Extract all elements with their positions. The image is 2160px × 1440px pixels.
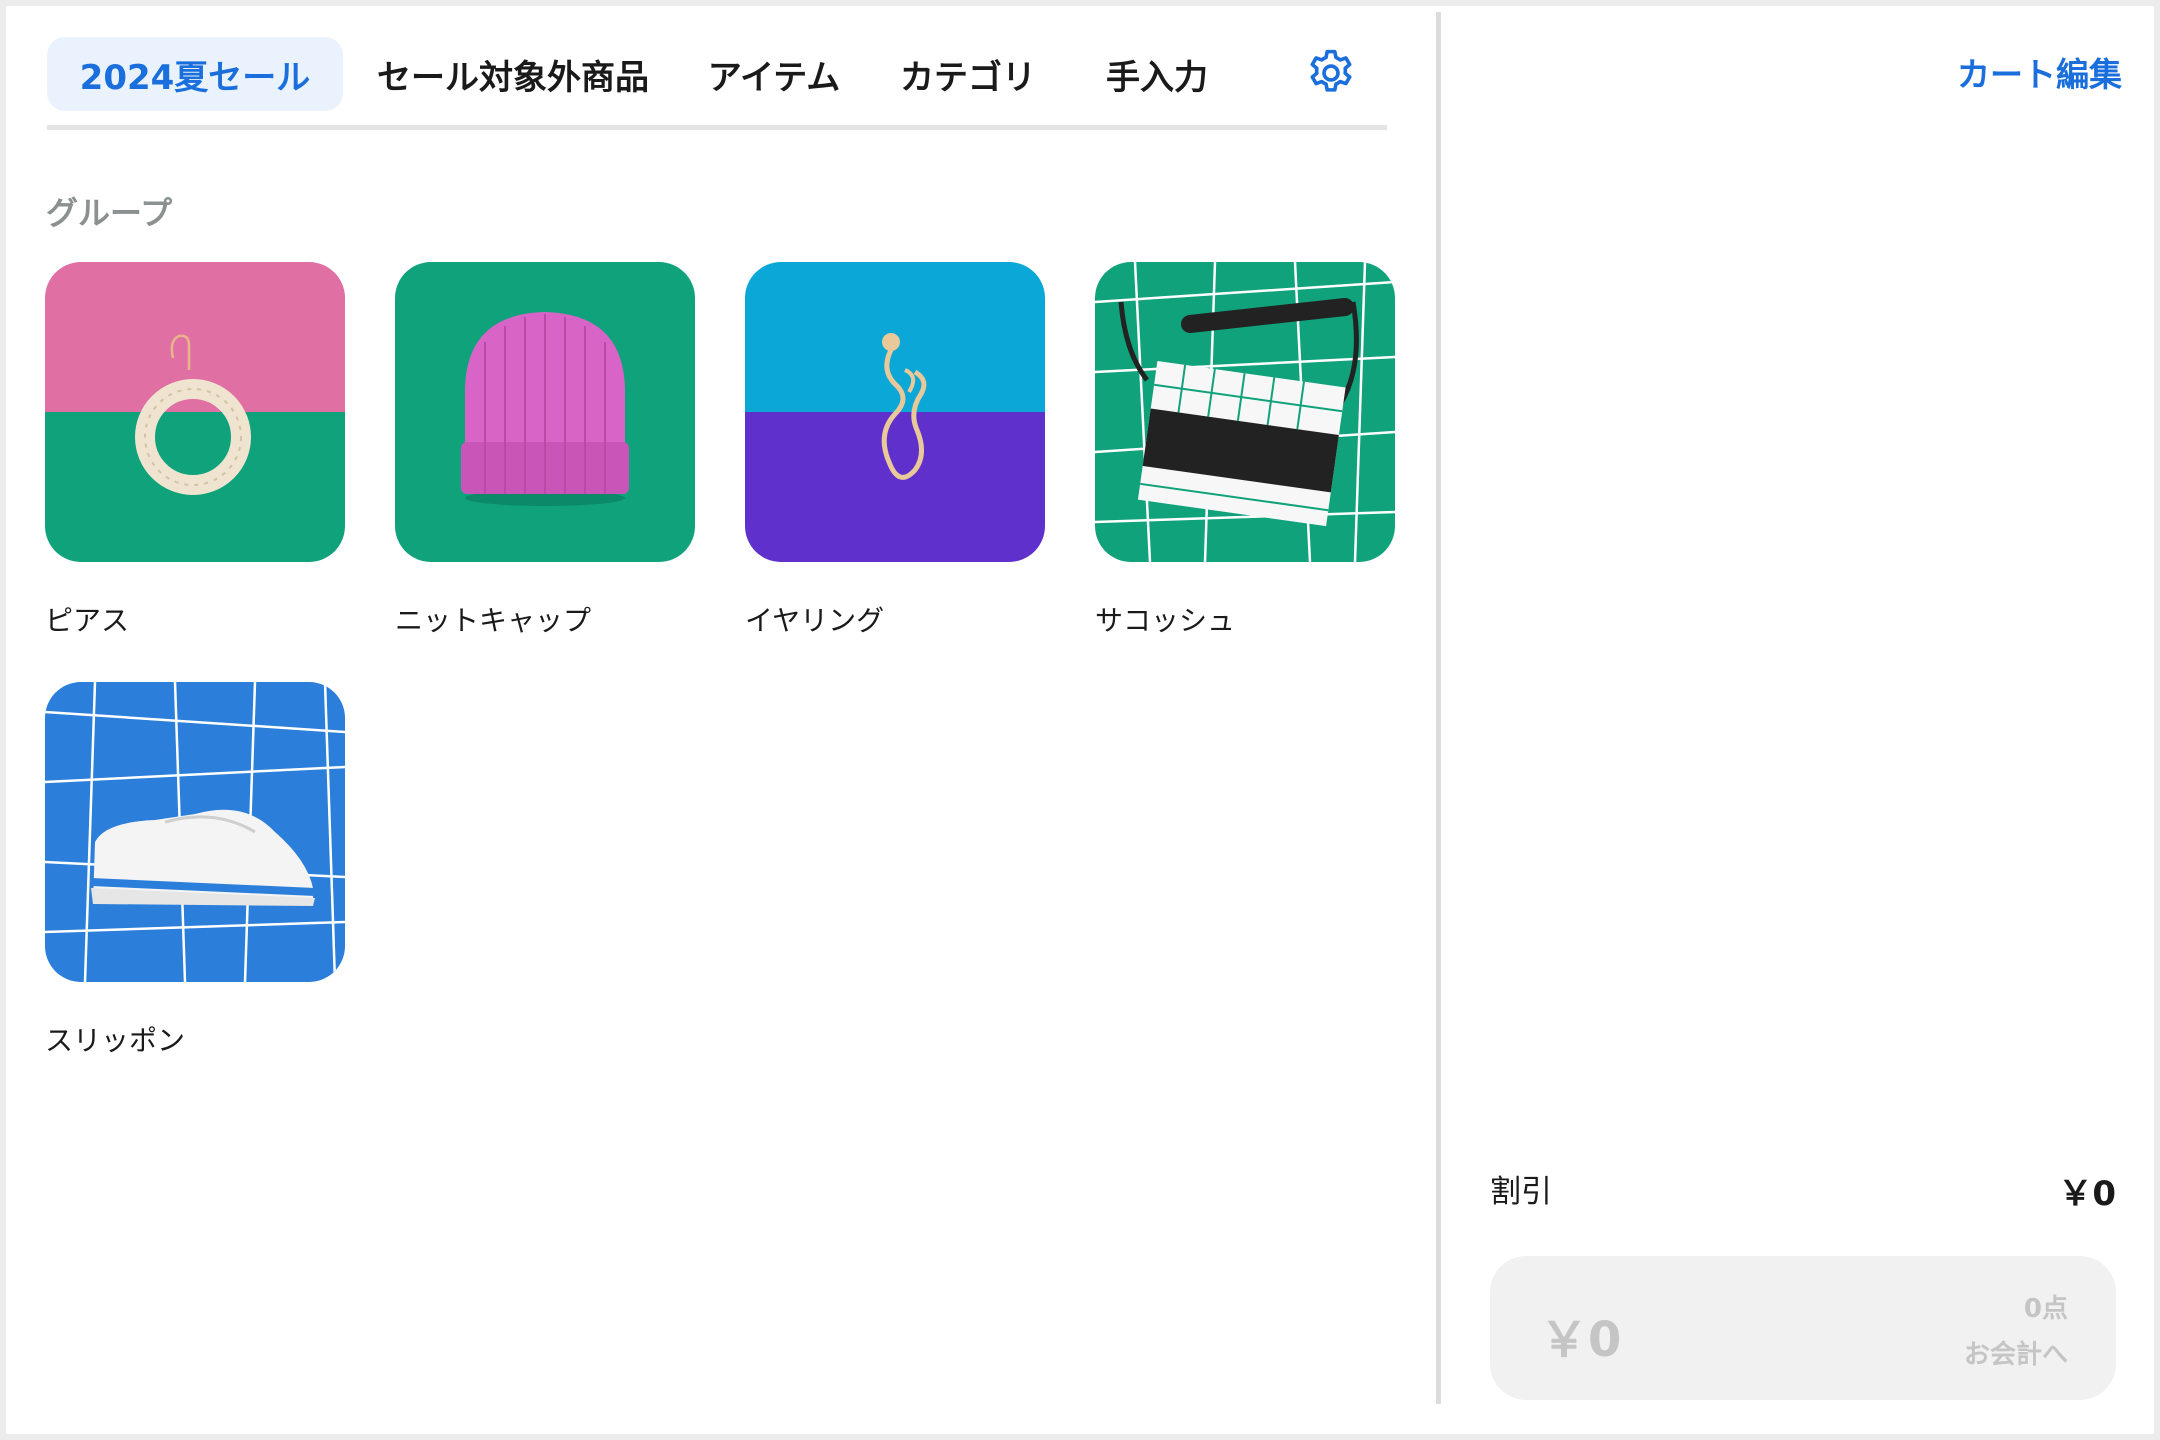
- group-label: スリッポン: [45, 1024, 186, 1057]
- group-tile-pierce[interactable]: ピアス: [45, 262, 345, 637]
- earring-thumbnail: [745, 262, 1045, 562]
- tab-divider: [47, 125, 1387, 130]
- discount-value: ￥0: [2058, 1174, 2116, 1214]
- discount-label: 割引: [1490, 1174, 1552, 1210]
- checkout-item-count: 0点: [2023, 1294, 2068, 1324]
- tab-non-sale-items[interactable]: セール対象外商品: [343, 37, 683, 111]
- section-title: グループ: [46, 194, 173, 232]
- group-tile-sacoche[interactable]: サコッシュ: [1095, 262, 1395, 637]
- sacoche-thumbnail: [1095, 262, 1395, 562]
- pierce-thumbnail: [45, 262, 345, 562]
- slip-on-thumbnail: [45, 682, 345, 982]
- cart-edit-button[interactable]: カート編集: [1957, 48, 2122, 96]
- checkout-label: お会計へ: [1963, 1340, 2068, 1370]
- gear-icon[interactable]: [1304, 46, 1358, 100]
- group-tile-earring[interactable]: イヤリング: [745, 262, 1045, 637]
- group-label: ニットキャップ: [395, 604, 592, 637]
- group-label: イヤリング: [745, 604, 885, 637]
- pane-divider: [1436, 12, 1441, 1404]
- tab-items[interactable]: アイテム: [683, 37, 865, 111]
- checkout-total: ￥0: [1540, 1312, 1622, 1368]
- pos-register-screen: 2024夏セール セール対象外商品 アイテム カテゴリ 手入力 グループ ピアス: [6, 6, 2154, 1434]
- tab-2024-summer-sale[interactable]: 2024夏セール: [47, 37, 343, 111]
- group-label: サコッシュ: [1095, 604, 1236, 637]
- tab-category[interactable]: カテゴリ: [865, 37, 1071, 111]
- knit-cap-thumbnail: [395, 262, 695, 562]
- group-label: ピアス: [45, 604, 130, 637]
- tab-manual-entry[interactable]: 手入力: [1071, 37, 1243, 111]
- group-tile-knit-cap[interactable]: ニットキャップ: [395, 262, 695, 637]
- checkout-button[interactable]: ￥0 0点 お会計へ: [1490, 1256, 2116, 1400]
- tab-bar: 2024夏セール セール対象外商品 アイテム カテゴリ 手入力: [47, 32, 1387, 116]
- group-tile-slip-on[interactable]: スリッポン: [45, 682, 345, 1057]
